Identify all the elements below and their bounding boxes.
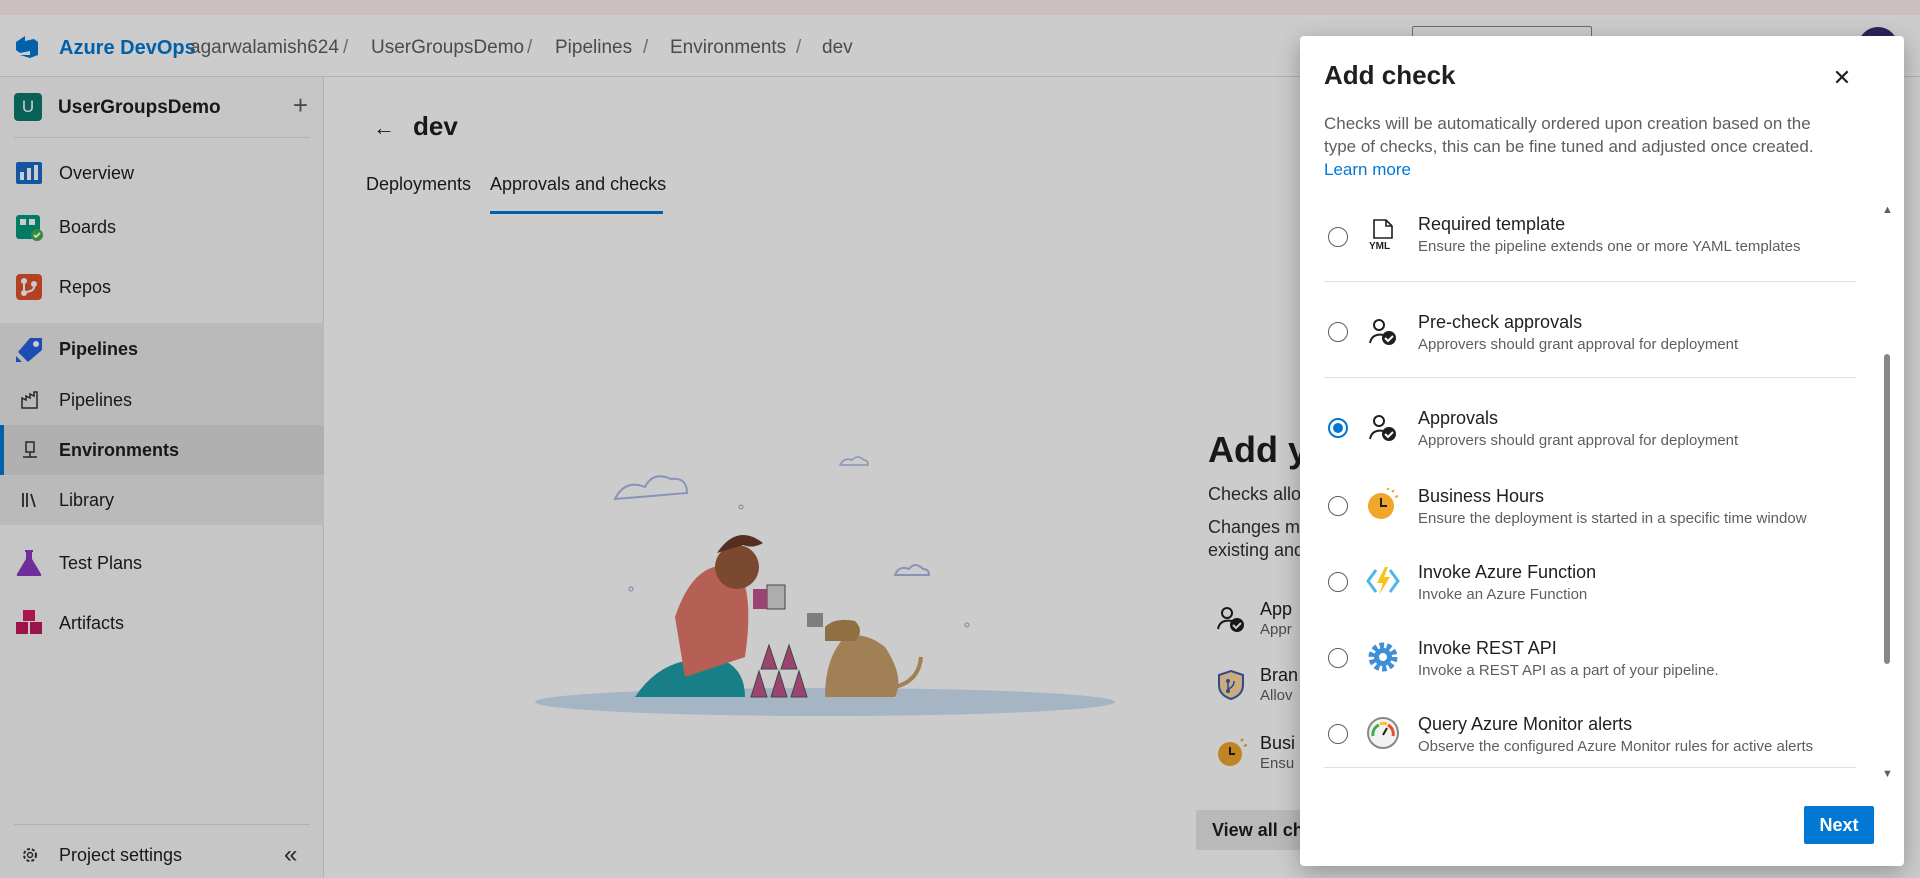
monitor-gauge-icon bbox=[1367, 717, 1399, 749]
yaml-template-icon: YML bbox=[1369, 219, 1393, 252]
check-option-approvals[interactable]: Approvals Approvers should grant approva… bbox=[1324, 378, 1856, 458]
scroll-up-icon[interactable]: ▲ bbox=[1882, 204, 1893, 216]
approver-icon bbox=[1369, 415, 1396, 441]
check-option-description: Approvers should grant approval for depl… bbox=[1418, 336, 1739, 353]
radio-button[interactable] bbox=[1328, 496, 1348, 516]
approver-icon bbox=[1369, 319, 1396, 345]
check-option-description: Invoke an Azure Function bbox=[1418, 586, 1588, 603]
close-icon[interactable]: ✕ bbox=[1828, 64, 1856, 92]
radio-button-selected[interactable] bbox=[1328, 418, 1348, 438]
check-option-name: Business Hours bbox=[1418, 486, 1545, 506]
check-option-description: Invoke a REST API as a part of your pipe… bbox=[1418, 662, 1719, 679]
check-option-name: Invoke Azure Function bbox=[1418, 562, 1597, 582]
next-button[interactable]: Next bbox=[1804, 806, 1874, 844]
radio-button[interactable] bbox=[1328, 322, 1348, 342]
check-option-name: Query Azure Monitor alerts bbox=[1418, 714, 1633, 734]
scrollbar-thumb[interactable] bbox=[1884, 354, 1890, 664]
check-option-invoke-azure-function[interactable]: Invoke Azure Function Invoke an Azure Fu… bbox=[1324, 534, 1856, 610]
check-option-description: Ensure the deployment is started in a sp… bbox=[1418, 510, 1807, 527]
panel-title: Add check bbox=[1324, 60, 1456, 90]
check-option-business-hours[interactable]: Business Hours Ensure the deployment is … bbox=[1324, 458, 1856, 534]
clock-icon bbox=[1368, 488, 1399, 519]
check-option-required-template[interactable]: YML Required template Ensure the pipelin… bbox=[1324, 202, 1856, 282]
add-check-panel: Add check ✕ Checks will be automatically… bbox=[1300, 36, 1904, 866]
check-type-list[interactable]: YML Required template Ensure the pipelin… bbox=[1300, 202, 1904, 778]
check-option-name: Pre-check approvals bbox=[1418, 312, 1583, 332]
panel-scrollbar[interactable]: ▲ ▼ bbox=[1882, 204, 1893, 780]
check-option-query-azure-monitor-alerts[interactable]: Query Azure Monitor alerts Observe the c… bbox=[1324, 686, 1856, 768]
check-option-pre-check-approvals[interactable]: Pre-check approvals Approvers should gra… bbox=[1324, 282, 1856, 378]
panel-description-text: Checks will be automatically ordered upo… bbox=[1324, 114, 1814, 156]
azure-function-icon bbox=[1366, 567, 1400, 595]
check-option-description: Approvers should grant approval for depl… bbox=[1418, 432, 1739, 449]
check-option-name: Approvals bbox=[1418, 408, 1499, 428]
radio-button[interactable] bbox=[1328, 572, 1348, 592]
scroll-down-icon[interactable]: ▼ bbox=[1882, 768, 1893, 780]
gear-icon bbox=[1368, 642, 1398, 672]
svg-text:YML: YML bbox=[1369, 241, 1390, 252]
check-option-description: Observe the configured Azure Monitor rul… bbox=[1418, 738, 1814, 755]
radio-button[interactable] bbox=[1328, 724, 1348, 744]
check-option-name: Invoke REST API bbox=[1418, 638, 1557, 658]
check-option-name: Required template bbox=[1418, 214, 1566, 234]
learn-more-link[interactable]: Learn more bbox=[1324, 160, 1411, 179]
radio-button[interactable] bbox=[1328, 648, 1348, 668]
panel-description: Checks will be automatically ordered upo… bbox=[1324, 112, 1824, 181]
check-option-description: Ensure the pipeline extends one or more … bbox=[1418, 238, 1801, 255]
check-option-invoke-rest-api[interactable]: Invoke REST API Invoke a REST API as a p… bbox=[1324, 610, 1856, 686]
radio-button[interactable] bbox=[1328, 227, 1348, 247]
